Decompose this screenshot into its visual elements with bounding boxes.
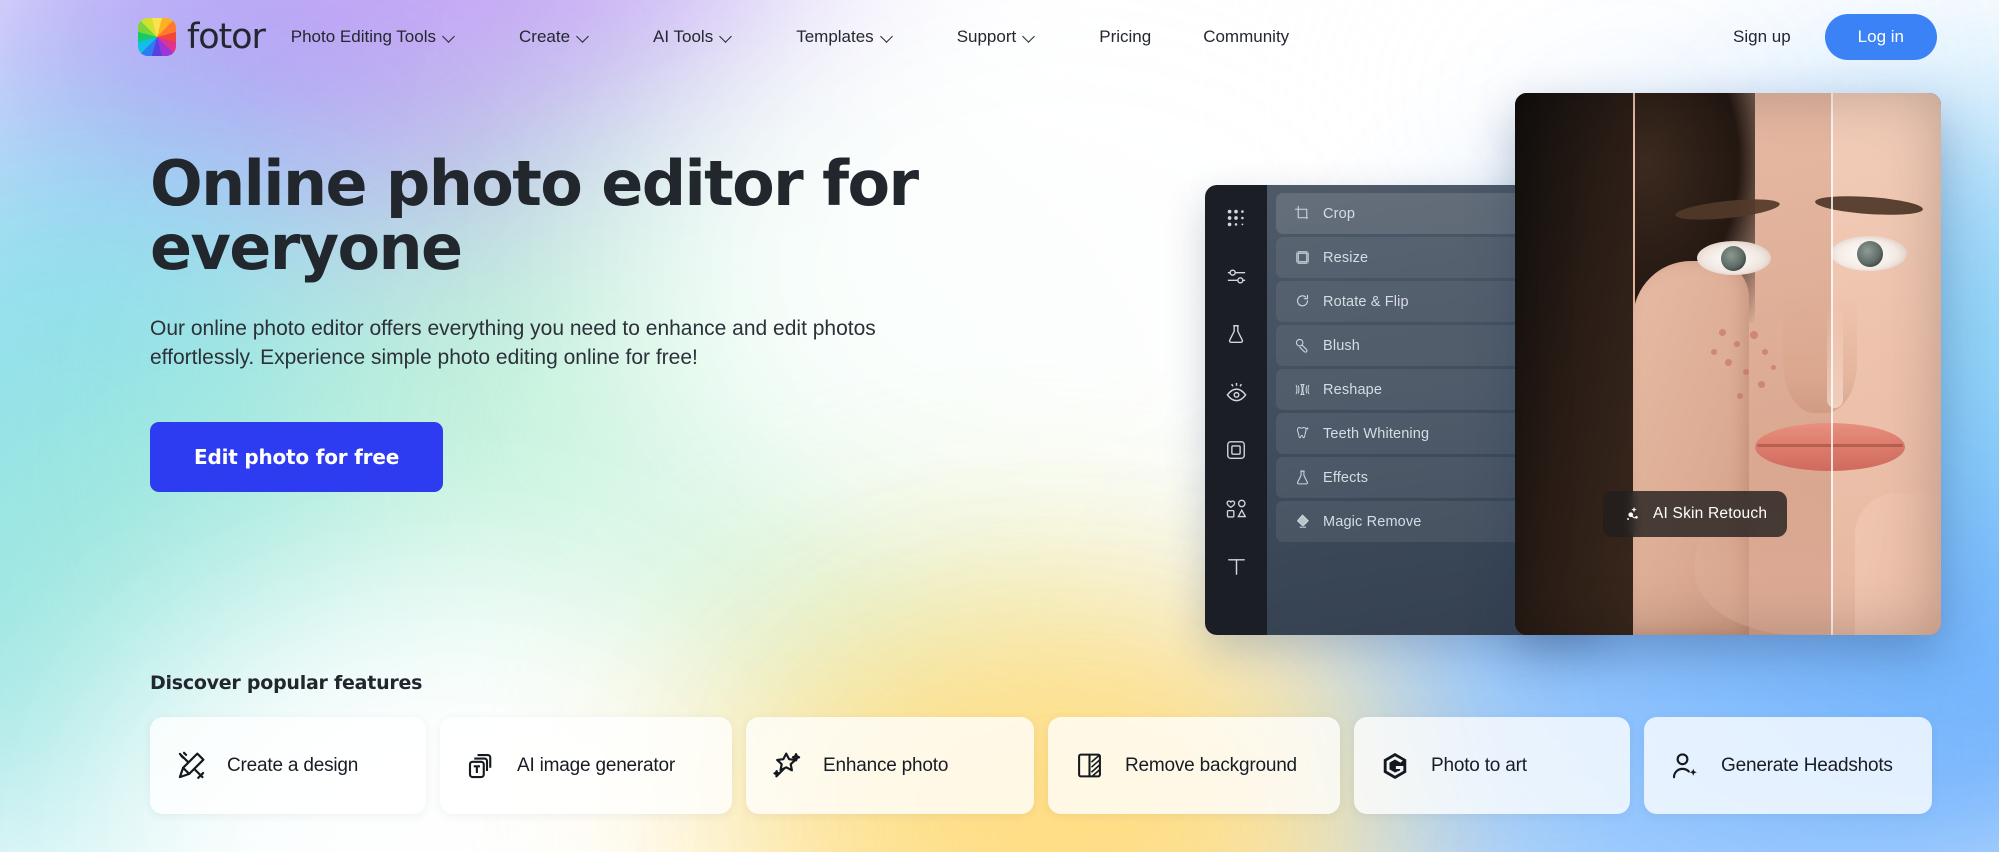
frame-square-icon[interactable] bbox=[1222, 436, 1250, 464]
feature-card-label: Enhance photo bbox=[823, 753, 948, 778]
shapes-icon[interactable] bbox=[1222, 494, 1250, 522]
reshape-icon bbox=[1293, 381, 1311, 399]
nav-label: AI Tools bbox=[653, 27, 713, 47]
nav-item-templates[interactable]: Templates bbox=[796, 19, 892, 55]
blush-brush-icon bbox=[1293, 337, 1311, 355]
feature-card-label: Create a design bbox=[227, 753, 358, 778]
chevron-down-icon bbox=[882, 31, 893, 42]
rotate-icon bbox=[1293, 293, 1311, 311]
edit-photo-for-free-button[interactable]: Edit photo for free bbox=[150, 422, 443, 492]
tool-label: Reshape bbox=[1323, 382, 1382, 398]
hexagon-g-icon bbox=[1378, 749, 1412, 783]
nav-label: Create bbox=[519, 27, 570, 47]
chevron-down-icon bbox=[578, 31, 589, 42]
pencil-ruler-icon bbox=[174, 749, 208, 783]
eraser-icon bbox=[1293, 513, 1311, 531]
chevron-down-icon bbox=[444, 31, 455, 42]
image-stack-text-icon bbox=[464, 749, 498, 783]
feature-card-remove-background[interactable]: Remove background bbox=[1048, 717, 1340, 814]
nav-label: Photo Editing Tools bbox=[291, 27, 436, 47]
ai-skin-retouch-icon bbox=[1623, 505, 1642, 524]
fotor-colorwheel-icon bbox=[138, 18, 176, 56]
main-nav: Photo Editing Tools Create AI Tools Temp… bbox=[291, 19, 1341, 55]
nav-label: Templates bbox=[796, 27, 873, 47]
flask-icon[interactable] bbox=[1222, 320, 1250, 348]
feature-card-label: Remove background bbox=[1125, 753, 1297, 778]
tool-label: Resize bbox=[1323, 250, 1368, 266]
photo-vignette bbox=[1515, 93, 1941, 635]
text-tool-icon[interactable] bbox=[1222, 552, 1250, 580]
adjust-sliders-icon[interactable] bbox=[1222, 262, 1250, 290]
nav-item-photo-editing-tools[interactable]: Photo Editing Tools bbox=[291, 19, 455, 55]
site-header: fotor Photo Editing Tools Create AI Tool… bbox=[0, 0, 1999, 74]
logo-wordmark: fotor bbox=[187, 20, 265, 55]
nav-item-ai-tools[interactable]: AI Tools bbox=[653, 19, 732, 55]
chevron-down-icon bbox=[1024, 31, 1035, 42]
page-title: Online photo editor for everyone bbox=[150, 152, 940, 281]
feature-card-photo-to-art[interactable]: Photo to art bbox=[1354, 717, 1630, 814]
signup-link[interactable]: Sign up bbox=[1733, 27, 1791, 47]
feature-card-ai-image-generator[interactable]: AI image generator bbox=[440, 717, 732, 814]
before-after-photo: AI Skin Retouch bbox=[1515, 93, 1941, 635]
nav-item-pricing[interactable]: Pricing bbox=[1099, 19, 1151, 55]
feature-card-label: Photo to art bbox=[1431, 753, 1527, 778]
nav-label: Community bbox=[1203, 27, 1289, 47]
grid-dots-icon[interactable] bbox=[1222, 204, 1250, 232]
feature-card-label: AI image generator bbox=[517, 753, 675, 778]
tool-label: Magic Remove bbox=[1323, 514, 1422, 530]
editor-mockup: Crop Resize Rotate & Flip bbox=[1205, 185, 1941, 635]
person-sparkle-icon bbox=[1668, 749, 1702, 783]
feature-card-generate-headshots[interactable]: Generate Headshots bbox=[1644, 717, 1932, 814]
login-button[interactable]: Log in bbox=[1825, 14, 1937, 60]
tool-label: Effects bbox=[1323, 470, 1368, 486]
photo-canvas bbox=[1515, 93, 1941, 635]
feature-card-create-a-design[interactable]: Create a design bbox=[150, 717, 426, 814]
discover-title: Discover popular features bbox=[150, 672, 1950, 694]
chevron-down-icon bbox=[721, 31, 732, 42]
crop-icon bbox=[1293, 205, 1311, 223]
tool-label: Crop bbox=[1323, 206, 1355, 222]
eye-retouch-icon[interactable] bbox=[1222, 378, 1250, 406]
hero-subcopy: Our online photo editor offers everythin… bbox=[150, 315, 950, 373]
tool-label: Teeth Whitening bbox=[1323, 426, 1429, 442]
magic-wand-sparkle-icon bbox=[770, 749, 804, 783]
hero-section: Online photo editor for everyone Our onl… bbox=[150, 152, 950, 492]
effects-flask-icon bbox=[1293, 469, 1311, 487]
editor-toolbar-rail bbox=[1205, 185, 1267, 635]
tooltip-label: AI Skin Retouch bbox=[1653, 505, 1767, 523]
tooth-icon bbox=[1293, 425, 1311, 443]
feature-card-list: Create a design AI image generator bbox=[150, 717, 1950, 814]
resize-icon bbox=[1293, 249, 1311, 267]
ai-skin-retouch-tooltip[interactable]: AI Skin Retouch bbox=[1603, 491, 1787, 537]
tool-label: Rotate & Flip bbox=[1323, 294, 1409, 310]
discover-popular-features: Discover popular features Create a desig… bbox=[150, 672, 1950, 814]
nav-item-community[interactable]: Community bbox=[1203, 19, 1289, 55]
feature-card-enhance-photo[interactable]: Enhance photo bbox=[746, 717, 1034, 814]
nav-item-create[interactable]: Create bbox=[519, 19, 589, 55]
nav-label: Support bbox=[957, 27, 1017, 47]
feature-card-label: Generate Headshots bbox=[1721, 753, 1893, 778]
tool-label: Blush bbox=[1323, 338, 1360, 354]
cutout-image-icon bbox=[1072, 749, 1106, 783]
fotor-logo[interactable]: fotor bbox=[138, 18, 265, 56]
nav-item-support[interactable]: Support bbox=[957, 19, 1036, 55]
nav-label: Pricing bbox=[1099, 27, 1151, 47]
